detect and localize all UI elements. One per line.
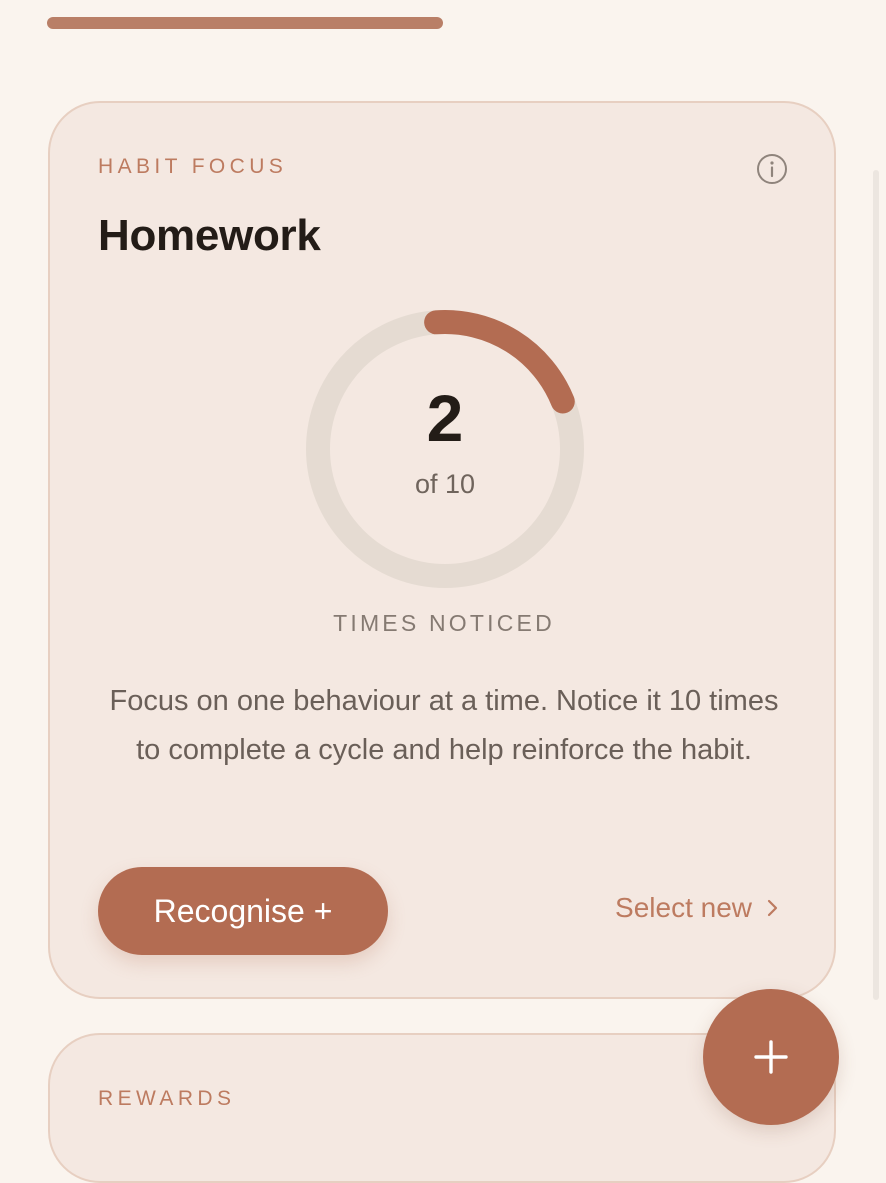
habit-description: Focus on one behaviour at a time. Notice… — [109, 685, 779, 766]
habit-focus-card: HABIT FOCUS Homework 2 of 10 TIMES NOTIC… — [48, 101, 836, 999]
info-icon[interactable] — [756, 153, 788, 185]
chevron-right-icon — [767, 899, 778, 917]
select-new-link[interactable]: Select new — [615, 892, 780, 924]
times-noticed-label: TIMES NOTICED — [333, 610, 555, 636]
progress-count: 2 — [426, 381, 464, 455]
habit-title: Homework — [98, 211, 321, 260]
scrollbar[interactable] — [873, 170, 879, 1000]
add-button[interactable] — [703, 989, 839, 1125]
select-new-label: Select new — [615, 892, 752, 923]
top-progress-bar — [47, 17, 443, 29]
progress-target: of 10 — [414, 469, 476, 499]
rewards-label: REWARDS — [98, 1087, 236, 1110]
habit-focus-label: HABIT FOCUS — [98, 155, 288, 178]
recognise-button[interactable]: Recognise + — [98, 867, 388, 955]
plus-icon — [754, 1040, 788, 1074]
